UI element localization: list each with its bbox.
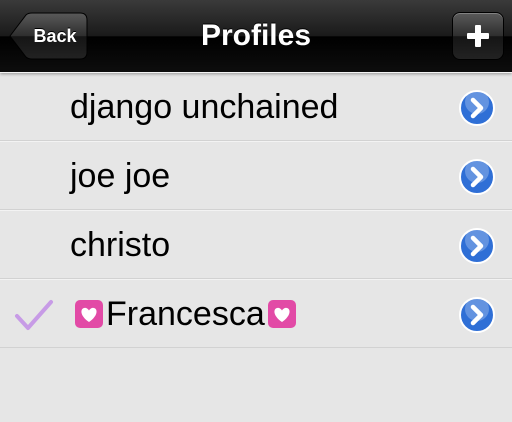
profile-name: django unchained bbox=[70, 88, 339, 126]
list-item[interactable]: joe joe bbox=[0, 141, 512, 210]
disclosure-chevron-icon[interactable] bbox=[458, 296, 496, 334]
profile-name: Francesca bbox=[106, 295, 265, 333]
disclosure-chevron-icon[interactable] bbox=[458, 89, 496, 127]
list-item[interactable]: christo bbox=[0, 210, 512, 279]
checkmark-icon bbox=[15, 300, 53, 330]
heart-emoji-icon bbox=[267, 300, 296, 328]
page-title: Profiles bbox=[200, 19, 312, 52]
profile-name: christo bbox=[70, 226, 171, 264]
profiles-list: django unchained joe joe christo Frances… bbox=[0, 72, 512, 348]
list-item-selected[interactable]: Francesca bbox=[0, 279, 512, 348]
navigation-bar: Back Profiles bbox=[0, 0, 512, 72]
disclosure-chevron-icon[interactable] bbox=[458, 158, 496, 196]
add-profile-button[interactable] bbox=[452, 12, 504, 60]
disclosure-chevron-icon[interactable] bbox=[458, 227, 496, 265]
profile-name: joe joe bbox=[70, 157, 171, 195]
list-item[interactable]: django unchained bbox=[0, 72, 512, 141]
profile-name-with-hearts: Francesca bbox=[72, 280, 299, 349]
heart-emoji-icon bbox=[75, 300, 103, 328]
